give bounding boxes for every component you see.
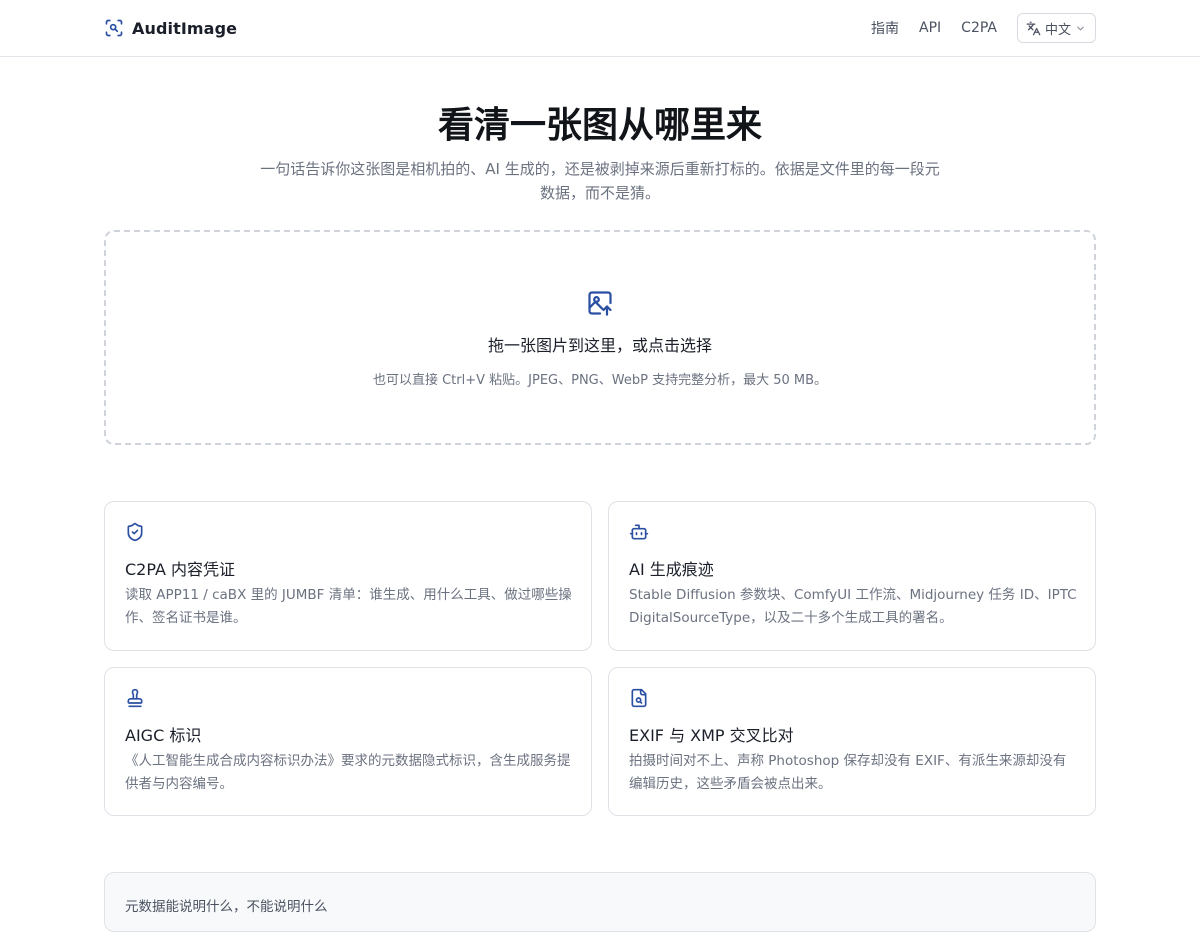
translate-icon [1026,21,1041,35]
main-nav: 指南 API C2PA 中文 [871,13,1096,43]
image-upload-icon [588,291,612,316]
feature-description: 《人工智能生成合成内容标识办法》要求的元数据隐式标识，含生成服务提供者与内容编号… [125,753,571,792]
page-title: 看清一张图从哪里来 [437,104,762,146]
nav-api-link[interactable]: API [919,20,941,36]
feature-title: AIGC 标识 [125,726,202,745]
info-panel-heading: 元数据能说明什么，不能说明什么 [125,899,328,915]
feature-title: EXIF 与 XMP 交叉比对 [629,726,794,745]
feature-description: 拍摄时间对不上、声称 Photoshop 保存却没有 EXIF、有派生来源却没有… [629,753,1067,792]
brand-name: AuditImage [132,18,238,38]
nav-guide-link[interactable]: 指南 [871,18,899,38]
chevron-down-icon [1077,26,1084,30]
feature-card-exif-xmp: EXIF 与 XMP 交叉比对 拍摄时间对不上、声称 Photoshop 保存却… [608,667,1096,816]
language-label: 中文 [1044,22,1071,38]
brand-home-link[interactable]: AuditImage [104,17,237,39]
shield-check-icon [127,522,143,542]
bot-icon [629,524,649,540]
nav-c2pa-link[interactable]: C2PA [961,20,997,36]
image-drop-zone[interactable]: 拖一张图片到这里，或点击选择 也可以直接 Ctrl+V 粘贴。JPEG、PNG、… [104,230,1096,445]
drop-zone-title: 拖一张图片到这里，或点击选择 [487,336,712,355]
feature-title: AI 生成痕迹 [629,560,714,579]
page-subtitle: 一句话告诉你这张图是相机拍的、AI 生成的，还是被剥掉来源后重新打标的。依据是文… [260,160,940,202]
feature-card-ai-traces: AI 生成痕迹 Stable Diffusion 参数块、ComfyUI 工作流… [608,501,1096,651]
feature-title: C2PA 内容凭证 [125,560,236,579]
top-navigation-bar: AuditImage 指南 API C2PA 中文 [0,0,1200,57]
feature-card-c2pa: C2PA 内容凭证 读取 APP11 / caBX 里的 JUMBF 清单：谁生… [104,501,592,651]
info-panel: 元数据能说明什么，不能说明什么 [104,872,1096,932]
feature-description: Stable Diffusion 参数块、ComfyUI 工作流、Midjour… [629,587,1077,626]
file-search-icon [631,688,647,708]
feature-description: 读取 APP11 / caBX 里的 JUMBF 清单：谁生成、用什么工具、做过… [125,587,572,626]
feature-card-aigc: AIGC 标识 《人工智能生成合成内容标识办法》要求的元数据隐式标识，含生成服务… [104,667,592,816]
drop-zone-hint: 也可以直接 Ctrl+V 粘贴。JPEG、PNG、WebP 支持完整分析，最大 … [372,373,828,388]
scan-search-icon [105,19,123,37]
stamp-icon [127,688,143,708]
language-switcher[interactable]: 中文 [1016,13,1096,43]
